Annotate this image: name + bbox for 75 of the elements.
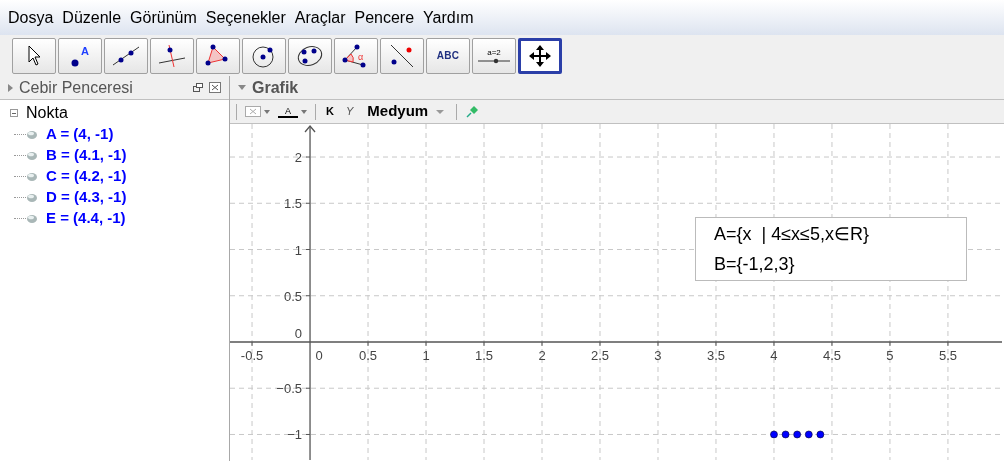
color-dropdown[interactable]: A xyxy=(278,105,307,118)
point[interactable] xyxy=(804,430,813,439)
point[interactable] xyxy=(770,430,778,439)
menu-item[interactable]: Araçlar xyxy=(294,5,346,30)
menu-item[interactable]: Düzenle xyxy=(62,5,122,30)
point-entry[interactable]: B = (4.1, -1) xyxy=(46,144,127,167)
point[interactable] xyxy=(793,430,801,439)
menu-item[interactable]: Görünüm xyxy=(130,5,197,30)
perpendicular-line-icon xyxy=(157,42,187,69)
y-tick-label: 1.5 xyxy=(283,196,303,212)
x-tick-label: 3.5 xyxy=(706,348,725,363)
tool-button[interactable] xyxy=(518,37,562,74)
x-tick-label: 2 xyxy=(538,348,546,363)
tool-label: A xyxy=(81,44,89,57)
slider-icon xyxy=(478,57,510,64)
text-line: A={x | 4≤x≤5,x∈R} xyxy=(714,223,870,246)
point-icon xyxy=(71,58,79,67)
text-box[interactable]: A={x | 4≤x≤5,x∈R} B={-1,2,3} xyxy=(695,217,967,281)
y-tick-label: 0.5 xyxy=(283,288,303,304)
x-tick-label: 2.5 xyxy=(590,348,610,363)
origin-label: 0 xyxy=(294,326,303,341)
tool-button[interactable] xyxy=(104,37,148,74)
point[interactable] xyxy=(816,430,825,439)
text-line: B={-1,2,3} xyxy=(714,253,796,276)
point[interactable] xyxy=(781,430,790,439)
x-tick-label: 0.5 xyxy=(359,348,378,363)
caret-icon xyxy=(264,109,270,114)
tool-button[interactable] xyxy=(196,37,240,74)
size-dropdown[interactable]: Medyum xyxy=(363,100,449,123)
origin-label: 0 xyxy=(315,348,323,363)
caret-icon xyxy=(301,109,307,114)
tool-button[interactable]: ABC xyxy=(426,37,470,74)
y-tick-label: 2 xyxy=(294,150,303,165)
close-icon[interactable] xyxy=(209,82,221,93)
menu-item[interactable]: Dosya xyxy=(8,5,54,30)
italic-button[interactable]: Y xyxy=(343,103,356,120)
x-tick-label: -0.5 xyxy=(240,348,264,363)
x-tick-label: 1.5 xyxy=(474,348,494,363)
caret-icon xyxy=(436,109,445,114)
tool-button[interactable] xyxy=(288,37,332,74)
group-label[interactable]: Nokta xyxy=(26,101,68,125)
tool-label: α xyxy=(358,50,364,64)
point-entry[interactable]: D = (4.3, -1) xyxy=(46,186,127,209)
tool-label: ABC xyxy=(436,49,460,63)
menu-item[interactable]: Pencere xyxy=(354,5,415,30)
cross-box-icon xyxy=(245,106,261,117)
point-entry[interactable]: C = (4.2, -1) xyxy=(46,165,127,188)
y-tick-label: −0.5 xyxy=(276,381,303,397)
x-tick-label: 3 xyxy=(654,348,662,363)
tool-button[interactable]: α xyxy=(334,37,378,74)
tool-button[interactable]: a=2 xyxy=(472,37,516,74)
undock-icon[interactable] xyxy=(193,83,203,92)
point-entry[interactable]: E = (4.4, -1) xyxy=(46,207,126,230)
point-style-dropdown[interactable] xyxy=(245,106,270,117)
x-tick-label: 5.5 xyxy=(938,348,957,363)
tool-button[interactable] xyxy=(242,37,286,74)
x-tick-label: 4.5 xyxy=(822,348,841,363)
tool-button[interactable] xyxy=(380,37,424,74)
bold-button[interactable]: K xyxy=(324,103,336,120)
cursor-arrow-icon xyxy=(27,45,41,66)
x-tick-label: 1 xyxy=(422,348,430,363)
menu-item[interactable]: Seçenekler xyxy=(205,5,286,30)
x-tick-label: 5 xyxy=(886,348,894,363)
y-tick-label: 1 xyxy=(294,242,303,258)
tool-button[interactable]: A xyxy=(58,37,102,74)
panel-title: Grafik xyxy=(252,77,299,98)
x-tick-label: 4 xyxy=(770,348,778,363)
tool-label: a=2 xyxy=(487,47,501,58)
collapse-triangle-icon[interactable] xyxy=(238,85,246,90)
y-tick-label: −1 xyxy=(287,427,303,443)
menu-item[interactable]: Yardım xyxy=(423,5,474,30)
expand-triangle-icon[interactable] xyxy=(8,83,13,92)
point-entry[interactable]: A = (4, -1) xyxy=(46,123,114,146)
collapse-icon[interactable] xyxy=(10,109,18,117)
panel-title: Cebir Penceresi xyxy=(19,77,134,98)
